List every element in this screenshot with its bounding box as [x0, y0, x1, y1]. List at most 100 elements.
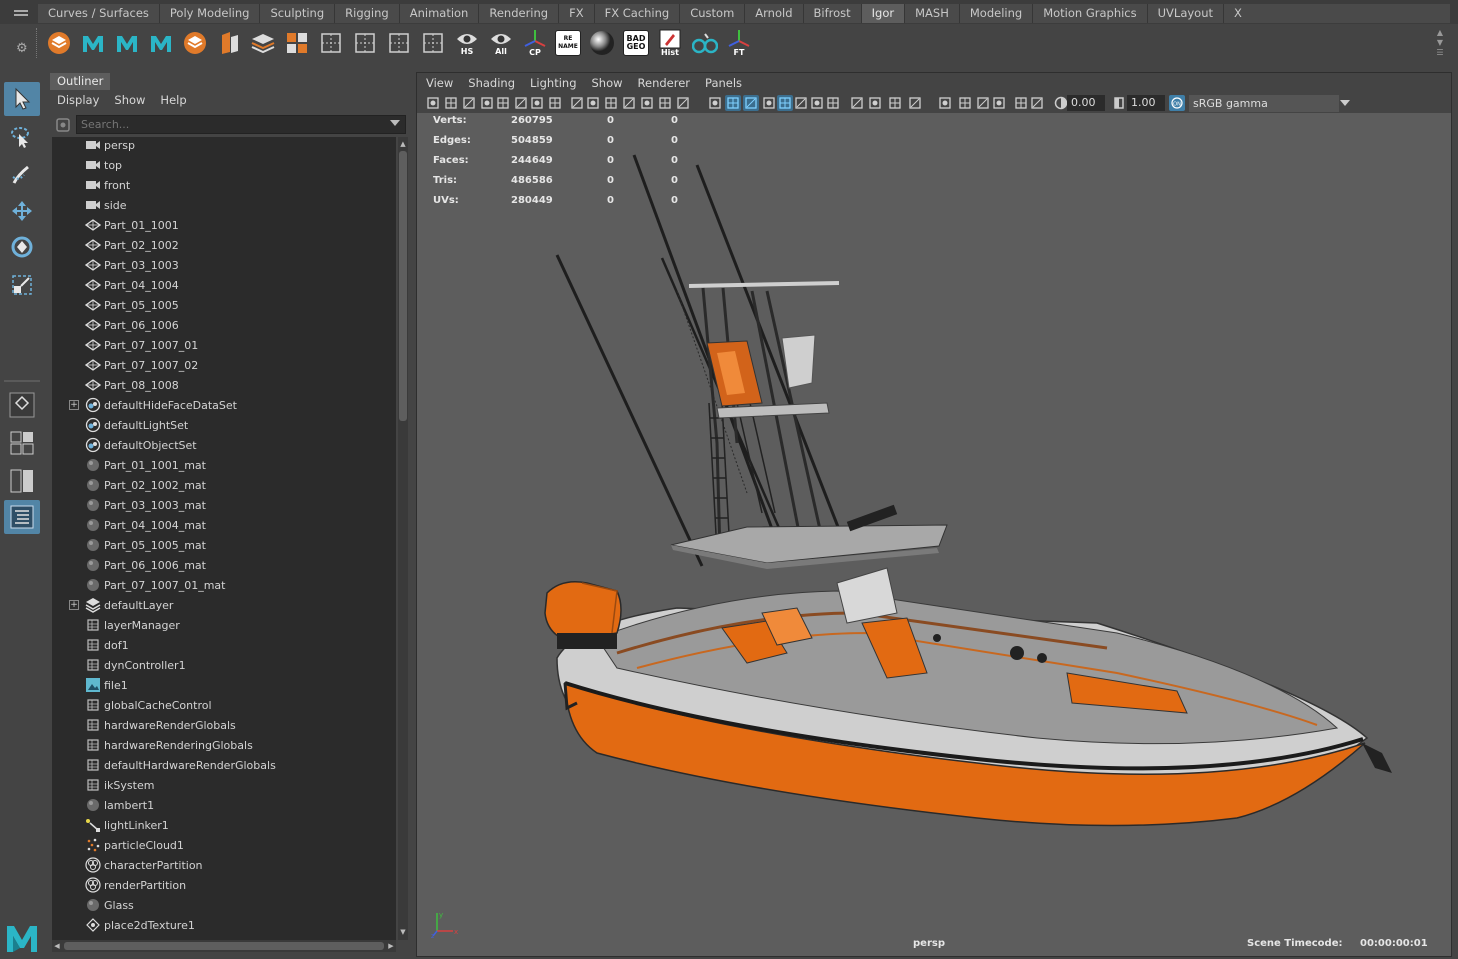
- sphere-icon[interactable]: [587, 27, 617, 59]
- outliner-item[interactable]: defaultLightSet: [52, 415, 396, 435]
- outliner-item[interactable]: Part_05_1005_mat: [52, 535, 396, 555]
- wireframe-icon[interactable]: [707, 95, 723, 111]
- depth-of-field-icon[interactable]: [907, 95, 923, 111]
- viewport-menu-renderer[interactable]: Renderer: [638, 76, 691, 90]
- shelf-tab-igor[interactable]: Igor: [861, 4, 906, 23]
- outliner-item[interactable]: persp: [52, 137, 396, 155]
- outliner-item[interactable]: Part_04_1004: [52, 275, 396, 295]
- safe-action-icon[interactable]: [657, 95, 673, 111]
- ssao-icon[interactable]: [1029, 95, 1045, 111]
- outliner-item[interactable]: Part_07_1007_01: [52, 335, 396, 355]
- chevron-down-icon[interactable]: [1337, 95, 1353, 111]
- shelf-tab-curves-surfaces[interactable]: Curves / Surfaces: [38, 4, 160, 23]
- outliner-item[interactable]: file1: [52, 675, 396, 695]
- shelf-tab-sculpting[interactable]: Sculpting: [260, 4, 336, 23]
- scroll-thumb[interactable]: [64, 942, 384, 950]
- two-view-layout-icon[interactable]: [4, 464, 40, 498]
- scroll-thumb[interactable]: [399, 151, 407, 421]
- outliner-item[interactable]: hardwareRenderGlobals: [52, 715, 396, 735]
- dashed-pen-icon[interactable]: [418, 27, 448, 59]
- scroll-left-icon[interactable]: ◀: [52, 940, 62, 952]
- outliner-item[interactable]: side: [52, 195, 396, 215]
- outliner-item[interactable]: Part_03_1003: [52, 255, 396, 275]
- outliner-item[interactable]: lightLinker1: [52, 815, 396, 835]
- box-split-icon[interactable]: [214, 27, 244, 59]
- scale-tool-icon[interactable]: [4, 268, 40, 302]
- grid-icon[interactable]: [569, 95, 585, 111]
- outliner-vertical-scrollbar[interactable]: ▲ ▼: [398, 137, 408, 940]
- shelf-tab-custom[interactable]: Custom: [680, 4, 746, 23]
- outliner-item[interactable]: front: [52, 175, 396, 195]
- four-view-layout-icon[interactable]: [4, 426, 40, 460]
- rename-icon[interactable]: RE NAME: [553, 27, 583, 59]
- maya-m-icon[interactable]: [112, 27, 142, 59]
- shelf-tab-uvlayout[interactable]: UVLayout: [1147, 4, 1225, 23]
- outliner-item[interactable]: Part_01_1001: [52, 215, 396, 235]
- cube-icon[interactable]: [180, 27, 210, 59]
- outliner-item[interactable]: Part_07_1007_02: [52, 355, 396, 375]
- outliner-layout-icon[interactable]: [4, 500, 40, 534]
- pin-icon[interactable]: [495, 95, 511, 111]
- outliner-item[interactable]: defaultObjectSet: [52, 435, 396, 455]
- antialias-icon[interactable]: [887, 95, 903, 111]
- expand-toggle-icon[interactable]: +: [69, 600, 79, 610]
- eye-icon[interactable]: HS: [452, 27, 482, 59]
- shelf-tab-bifrost[interactable]: Bifrost: [803, 4, 862, 23]
- outliner-horizontal-scrollbar[interactable]: ◀ ▶: [52, 940, 396, 952]
- outliner-item[interactable]: Part_08_1008: [52, 375, 396, 395]
- lights-icon[interactable]: [809, 95, 825, 111]
- shelf-settings-gear-icon[interactable]: ⚙: [16, 41, 28, 56]
- shelf-tab-rigging[interactable]: Rigging: [335, 4, 400, 23]
- outliner-item[interactable]: layerManager: [52, 615, 396, 635]
- paint-select-tool-icon[interactable]: [4, 158, 40, 192]
- resolution-gate-icon[interactable]: [603, 95, 619, 111]
- outliner-item[interactable]: hardwareRenderingGlobals: [52, 735, 396, 755]
- shelf-tab-motion-graphics[interactable]: Motion Graphics: [1033, 4, 1148, 23]
- select-tool-icon[interactable]: [4, 82, 40, 116]
- outliner-item[interactable]: Part_06_1006_mat: [52, 555, 396, 575]
- motion-blur-icon[interactable]: [867, 95, 883, 111]
- field-chart-icon[interactable]: [639, 95, 655, 111]
- outliner-item[interactable]: lambert1: [52, 795, 396, 815]
- shelf-tab-arnold[interactable]: Arnold: [745, 4, 804, 23]
- axis-icon[interactable]: FT: [724, 27, 754, 59]
- gate-mask-icon[interactable]: [547, 95, 563, 111]
- viewport-canvas[interactable]: Verts: 260795 0 0 Edges: 504859 0 0 Faces: 244649…: [417, 113, 1451, 956]
- outliner-item[interactable]: Glass: [52, 895, 396, 915]
- scroll-up-icon[interactable]: ▲: [398, 139, 408, 149]
- outliner-menu-display[interactable]: Display: [57, 93, 99, 107]
- outliner-item[interactable]: Part_04_1004_mat: [52, 515, 396, 535]
- move-tool-icon[interactable]: [4, 194, 40, 228]
- layers-icon[interactable]: [44, 27, 74, 59]
- stack-icon[interactable]: [248, 27, 278, 59]
- backface-culling-icon[interactable]: [991, 95, 1007, 111]
- wireframe-on-shaded-icon[interactable]: [761, 95, 777, 111]
- dof-icon[interactable]: [1013, 95, 1029, 111]
- filter-icon[interactable]: [53, 115, 73, 134]
- expand-toggle-icon[interactable]: +: [69, 400, 79, 410]
- viewport-menu-lighting[interactable]: Lighting: [530, 76, 576, 90]
- outliner-item[interactable]: ikSystem: [52, 775, 396, 795]
- maya-m-icon[interactable]: [78, 27, 108, 59]
- outliner-item[interactable]: renderPartition: [52, 875, 396, 895]
- 2d-pan-icon[interactable]: [513, 95, 529, 111]
- film-gate-icon[interactable]: [585, 95, 601, 111]
- shade-all-icon[interactable]: [743, 95, 759, 111]
- smooth-shade-icon[interactable]: [725, 95, 741, 111]
- scroll-down-icon[interactable]: ▼: [398, 927, 408, 937]
- viewport-menu-panels[interactable]: Panels: [705, 76, 742, 90]
- outliner-item[interactable]: defaultHardwareRenderGlobals: [52, 755, 396, 775]
- isolate-select-icon[interactable]: [937, 95, 953, 111]
- shelf-tab-poly-modeling[interactable]: Poly Modeling: [159, 4, 261, 23]
- bad-geo-icon[interactable]: BAD GEO: [621, 27, 651, 59]
- outliner-search-input[interactable]: [76, 115, 406, 134]
- outliner-item[interactable]: globalCacheControl: [52, 695, 396, 715]
- ambient-occlusion-icon[interactable]: [849, 95, 865, 111]
- outliner-menu-show[interactable]: Show: [114, 93, 145, 107]
- outliner-menu-help[interactable]: Help: [160, 93, 186, 107]
- gate-mask-icon[interactable]: [621, 95, 637, 111]
- columns-icon[interactable]: [384, 27, 414, 59]
- viewport-menu-show[interactable]: Show: [592, 76, 623, 90]
- single-view-layout-icon[interactable]: [4, 388, 40, 422]
- outliner-tab[interactable]: Outliner: [50, 73, 110, 90]
